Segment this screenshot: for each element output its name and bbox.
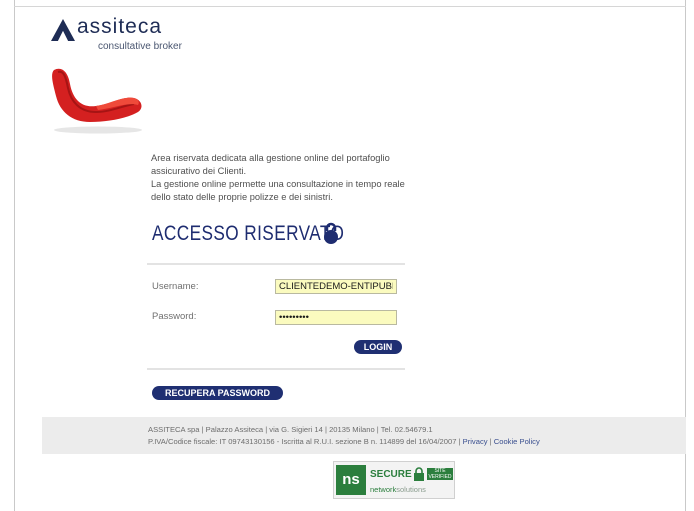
padlock-icon — [414, 467, 424, 481]
red-chair-image — [52, 68, 142, 134]
footer-line: ASSITECA spa | Palazzo Assiteca | via G.… — [148, 425, 433, 434]
lock-icon — [324, 222, 338, 244]
brand-tagline: consultative broker — [98, 41, 182, 52]
intro-line: Area riservata dedicata alla gestione on… — [151, 153, 390, 163]
ns-logo: ns — [336, 465, 366, 495]
intro-line: La gestione online permette una consulta… — [151, 179, 405, 189]
brand-name: assiteca — [77, 15, 163, 38]
divider — [147, 368, 405, 370]
intro-text: Area riservata dedicata alla gestione on… — [151, 152, 421, 204]
login-button[interactable]: LOGIN — [354, 340, 402, 354]
login-title: ACCESSO RISERVATO — [152, 222, 345, 245]
password-label: Password: — [152, 311, 197, 322]
footer-legal: P.IVA/Codice fiscale: IT 09743130156 - I… — [148, 437, 463, 446]
intro-line: assicurativo dei Clienti. — [151, 166, 247, 176]
footer-text: ASSITECA spa | Palazzo Assiteca | via G.… — [148, 424, 540, 448]
badge-secure-label: SECURE — [370, 469, 412, 480]
footer-line: P.IVA/Codice fiscale: IT 09743130156 - I… — [148, 436, 540, 448]
recover-password-button[interactable]: RECUPERA PASSWORD — [152, 386, 283, 400]
assiteca-logo[interactable]: assiteca consultative broker — [50, 15, 190, 56]
assiteca-logo-icon — [51, 19, 75, 41]
page-border-top — [14, 6, 686, 7]
badge-brand-light: solutions — [396, 485, 426, 494]
badge-brand: networksolutions — [370, 485, 426, 494]
divider — [147, 263, 405, 265]
cookie-policy-link[interactable]: Cookie Policy — [494, 437, 540, 446]
password-input[interactable] — [275, 310, 397, 325]
username-input[interactable] — [275, 279, 397, 294]
badge-brand-bold: network — [370, 485, 397, 494]
privacy-link[interactable]: Privacy — [463, 437, 488, 446]
username-label: Username: — [152, 281, 199, 292]
page-border-left — [14, 0, 15, 511]
network-solutions-secure-badge[interactable]: ns SECURE SITE VERIFIED networksolutions — [333, 461, 455, 499]
intro-line: dello stato delle proprie polizze e dei … — [151, 192, 333, 202]
site-verified-tag: SITE VERIFIED — [427, 468, 453, 480]
